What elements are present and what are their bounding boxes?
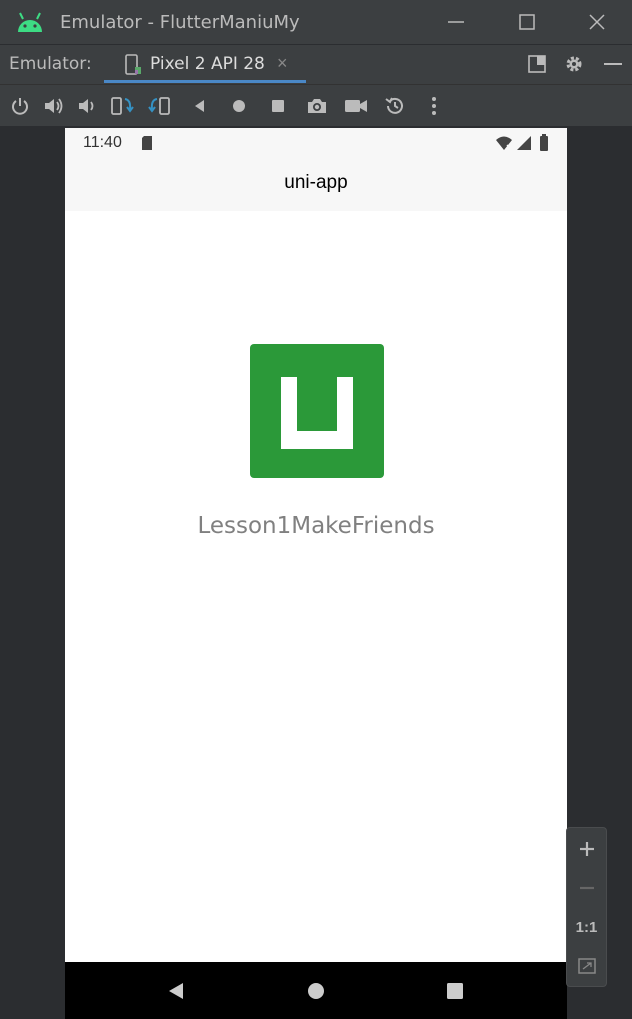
- volume-down-button[interactable]: [75, 94, 99, 118]
- rotate-right-button[interactable]: [148, 94, 172, 118]
- hide-panel-icon[interactable]: [603, 54, 623, 74]
- nav-overview-button[interactable]: [444, 980, 466, 1002]
- snapshot-button[interactable]: [383, 94, 407, 118]
- overview-square-icon: [447, 983, 463, 999]
- nav-back-button[interactable]: [165, 980, 187, 1002]
- emulator-tab-bar: Emulator: Pixel 2 API 28 ×: [0, 44, 632, 84]
- volume-down-icon: [79, 99, 94, 113]
- emulator-toolbar: [0, 84, 632, 126]
- volume-up-icon: [45, 98, 63, 114]
- zoom-actual-size-button[interactable]: 1:1: [567, 908, 606, 946]
- close-window-button[interactable]: [579, 8, 615, 36]
- home-button[interactable]: [227, 94, 251, 118]
- overview-button[interactable]: [266, 94, 290, 118]
- window-title: Emulator - FlutterManiuMy: [60, 12, 300, 33]
- rotate-right-icon: [148, 97, 170, 115]
- battery-icon: [540, 134, 548, 151]
- tab-pixel-2[interactable]: Pixel 2 API 28 ×: [104, 45, 306, 85]
- zoom-controls: 1:1: [566, 827, 607, 987]
- history-icon: [385, 97, 403, 114]
- home-circle-icon: [308, 983, 324, 999]
- status-bar: 11:40: [65, 128, 567, 158]
- gear-icon[interactable]: [564, 54, 584, 74]
- tab-close-icon[interactable]: ×: [277, 53, 288, 74]
- power-button[interactable]: [8, 94, 32, 118]
- record-screen-button[interactable]: [344, 94, 368, 118]
- overview-square-icon: [272, 100, 284, 112]
- home-circle-icon: [233, 100, 245, 112]
- app-content: Lesson1MakeFriends: [65, 211, 567, 962]
- camera-icon: [308, 99, 326, 113]
- zoom-fit-button[interactable]: [567, 947, 606, 985]
- minimize-icon: [448, 21, 464, 23]
- app-name-label: Lesson1MakeFriends: [197, 513, 435, 539]
- emulator-label: Emulator:: [9, 54, 92, 74]
- fit-screen-icon: [577, 958, 596, 974]
- rotate-left-button[interactable]: [110, 94, 134, 118]
- app-navigation-bar: uni-app: [65, 158, 567, 211]
- tab-active-underline: [104, 80, 306, 83]
- page-title: uni-app: [284, 172, 348, 193]
- close-icon: [589, 14, 605, 30]
- screenshot-button[interactable]: [305, 94, 329, 118]
- app-logo: [250, 344, 384, 478]
- android-icon: [18, 12, 42, 32]
- video-camera-icon: [345, 100, 367, 112]
- nav-home-button[interactable]: [305, 980, 327, 1002]
- minimize-button[interactable]: [438, 8, 474, 36]
- more-options-button[interactable]: [422, 94, 446, 118]
- signal-icon: [517, 136, 531, 150]
- sd-card-icon: [142, 136, 152, 150]
- rotate-left-icon: [111, 97, 134, 115]
- uni-app-logo-icon: [281, 377, 353, 449]
- device-screen[interactable]: 11:40 uni-app Lesson1MakeFriends: [65, 128, 567, 1019]
- more-vertical-icon: [432, 97, 436, 115]
- maximize-icon: [519, 14, 535, 30]
- window-title-bar: Emulator - FlutterManiuMy: [0, 0, 632, 44]
- restore-layout-icon[interactable]: [527, 54, 547, 74]
- minus-icon: [579, 886, 594, 890]
- back-triangle-icon: [169, 983, 183, 999]
- device-phone-icon: [125, 54, 141, 75]
- back-triangle-icon: [195, 100, 204, 112]
- tab-label: Pixel 2 API 28: [150, 54, 265, 74]
- zoom-in-button[interactable]: [567, 830, 606, 868]
- zoom-out-button[interactable]: [567, 869, 606, 907]
- power-icon: [12, 98, 28, 115]
- maximize-button[interactable]: [509, 8, 545, 36]
- android-nav-bar: [65, 962, 567, 1019]
- volume-up-button[interactable]: [42, 94, 66, 118]
- back-button[interactable]: [188, 94, 212, 118]
- status-time: 11:40: [83, 134, 122, 151]
- plus-icon: [579, 842, 594, 856]
- wifi-icon: [496, 136, 512, 150]
